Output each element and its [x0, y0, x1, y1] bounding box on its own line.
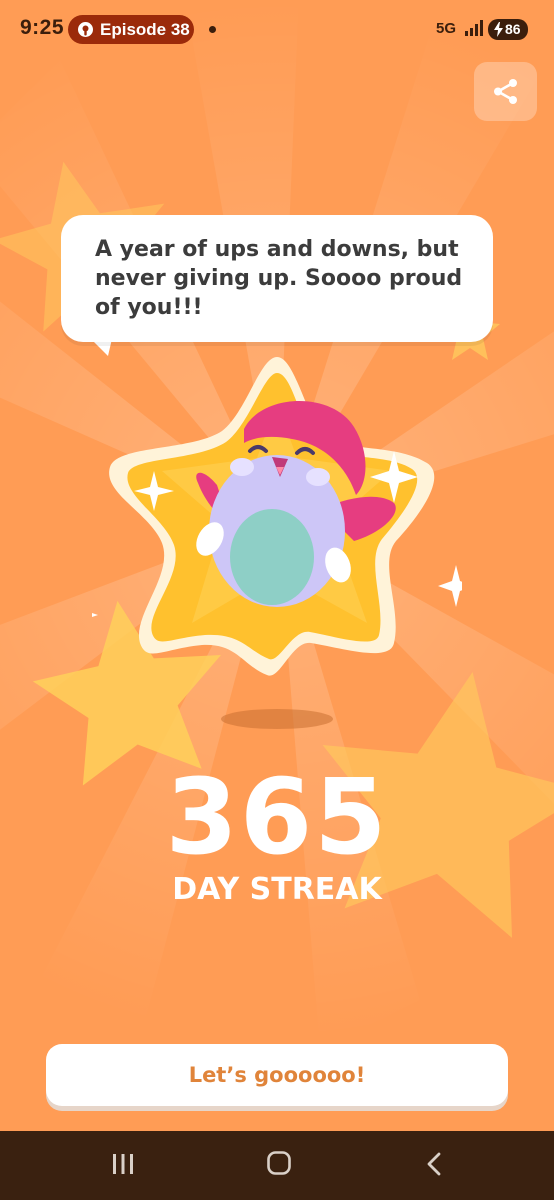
notification-dot — [209, 26, 216, 33]
media-notification-pill[interactable]: Episode 38 — [68, 15, 194, 44]
share-icon — [494, 79, 517, 104]
back-icon[interactable] — [424, 1151, 446, 1177]
sparkle-icon-far-right — [438, 565, 462, 607]
speech-bubble: A year of ups and downs, but never givin… — [61, 215, 493, 342]
battery-indicator: 86 — [488, 19, 528, 40]
system-navigation-bar — [0, 1131, 554, 1200]
battery-level: 86 — [505, 21, 521, 37]
speech-bubble-text: A year of ups and downs, but never givin… — [95, 237, 463, 320]
status-bar: 9:25 Episode 38 5G 86 — [0, 0, 554, 60]
signal-icon — [465, 20, 483, 36]
mascot-shadow — [221, 709, 333, 729]
network-type: 5G — [436, 20, 457, 37]
podcast-icon — [78, 22, 93, 37]
mascot-star-illustration — [92, 357, 462, 729]
share-button[interactable] — [474, 62, 537, 121]
streak-label: DAY STREAK — [172, 872, 382, 907]
streak-count: 365 — [165, 756, 389, 878]
notification-text: Episode 38 — [100, 20, 190, 39]
clock: 9:25 — [20, 16, 65, 39]
mascot-belly — [230, 509, 314, 605]
continue-button-label: Let’s goooooo! — [188, 1063, 366, 1087]
recents-icon[interactable] — [110, 1151, 136, 1177]
sparkle-icon-far-left — [92, 613, 98, 617]
home-icon[interactable] — [266, 1150, 292, 1176]
continue-button[interactable]: Let’s goooooo! — [46, 1044, 508, 1106]
streak-celebration-screen: 9:25 Episode 38 5G 86 A year of ups and … — [0, 0, 554, 1200]
charging-bolt-icon — [494, 22, 503, 37]
